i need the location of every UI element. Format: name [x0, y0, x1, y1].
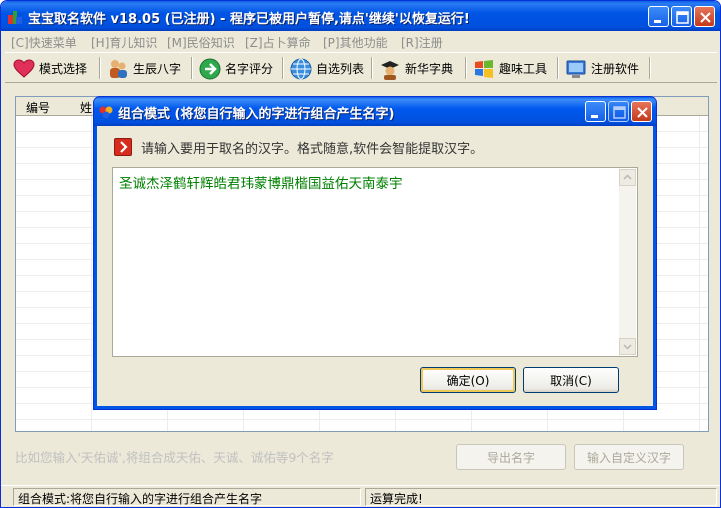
scroll-up-button[interactable] — [619, 169, 636, 186]
toolbar: 模式选择 生辰八字 名字评分 自选列表 新华字典 趣味工具 注册软件 — [5, 52, 717, 83]
maximize-button[interactable] — [671, 6, 692, 27]
status-bar: 组合模式:将您自行输入的字进行组合产生名字 运算完成! — [1, 485, 720, 507]
scroll-down-button[interactable] — [619, 338, 636, 355]
people-icon — [110, 59, 127, 78]
toolbar-separator — [649, 57, 651, 79]
windows-icon — [475, 59, 493, 78]
menu-quick[interactable]: [C]快速菜单 — [11, 34, 77, 51]
globe-icon — [290, 58, 312, 79]
chevron-up-icon — [623, 174, 632, 180]
menu-register[interactable]: [R]注册 — [401, 34, 443, 51]
minimize-icon — [591, 115, 598, 118]
menubar: [C]快速菜单 [H]育儿知识 [M]民俗知识 [Z]占卜算命 [P]其他功能 … — [5, 32, 717, 52]
toolbar-separator — [282, 57, 284, 79]
ok-button[interactable]: 确定(O) — [420, 367, 516, 393]
dialog-close-button[interactable] — [631, 101, 652, 122]
dialog-body: 请输入要用于取名的汉字。格式随意,软件会智能提取汉字。 圣诚杰泽鹤轩辉皓君玮蒙博… — [98, 126, 652, 405]
combination-dialog: 组合模式 (将您自行输入的字进行组合产生名字) 请输入要用于取名的汉字。格式随意… — [93, 96, 657, 410]
hint-text: 比如您输入'天佑诚',将组合成天佑、天诚、诚佑等9个名字 — [15, 450, 334, 465]
custom-chars-button[interactable]: 输入自定义汉字 — [574, 444, 684, 470]
menu-divination[interactable]: [Z]占卜算命 — [245, 34, 311, 51]
toolbar-name-score[interactable]: 名字评分 — [195, 55, 277, 82]
prompt-text: 请输入要用于取名的汉字。格式随意,软件会智能提取汉字。 — [141, 142, 484, 157]
chars-input-value: 圣诚杰泽鹤轩辉皓君玮蒙博鼎楷国益佑天南泰宇 — [119, 176, 403, 192]
dialog-minimize-button[interactable] — [585, 101, 606, 122]
menu-other[interactable]: [P]其他功能 — [323, 34, 388, 51]
dialog-title: 组合模式 (将您自行输入的字进行组合产生名字) — [118, 107, 395, 122]
dialog-maximize-button[interactable] — [608, 101, 629, 122]
app-icon — [8, 11, 22, 24]
chars-input[interactable]: 圣诚杰泽鹤轩辉皓君玮蒙博鼎楷国益佑天南泰宇 — [112, 167, 638, 357]
close-icon — [637, 107, 648, 118]
status-mode: 组合模式:将您自行输入的字进行组合产生名字 — [13, 488, 361, 506]
prompt-arrow-icon — [114, 138, 132, 156]
maximize-icon — [613, 106, 626, 119]
column-header-surname[interactable]: 姓 — [80, 99, 92, 116]
toolbar-custom-list[interactable]: 自选列表 — [286, 55, 368, 82]
toolbar-separator — [557, 57, 559, 79]
minimize-button[interactable] — [648, 6, 669, 27]
column-header-number[interactable]: 编号 — [26, 99, 50, 116]
menu-parenting[interactable]: [H]育儿知识 — [91, 34, 157, 51]
toolbar-separator — [371, 57, 373, 79]
toolbar-fun-tools[interactable]: 趣味工具 — [469, 55, 551, 82]
cancel-button[interactable]: 取消(C) — [523, 367, 619, 393]
toolbar-birth-chart[interactable]: 生辰八字 — [103, 55, 185, 82]
monitor-icon — [566, 60, 586, 78]
main-titlebar[interactable]: 宝宝取名软件 v18.05 (已注册) - 程序已被用户暂停,请点'继续'以恢复… — [1, 1, 720, 31]
toolbar-mode-select[interactable]: 模式选择 — [9, 55, 91, 82]
scholar-icon — [381, 60, 399, 80]
toolbar-separator — [191, 57, 193, 79]
toolbar-separator — [99, 57, 101, 79]
toolbar-register[interactable]: 注册软件 — [561, 55, 643, 82]
window-title: 宝宝取名软件 v18.05 (已注册) - 程序已被用户暂停,请点'继续'以恢复… — [28, 12, 470, 27]
close-icon — [700, 12, 711, 23]
dialog-app-icon — [99, 106, 113, 119]
heart-icon — [13, 58, 35, 78]
arrow-right-icon — [199, 58, 221, 79]
maximize-icon — [676, 11, 689, 24]
textarea-scrollbar[interactable] — [619, 169, 636, 355]
toolbar-separator — [465, 57, 467, 79]
dialog-titlebar[interactable]: 组合模式 (将您自行输入的字进行组合产生名字) — [94, 97, 656, 126]
close-button[interactable] — [694, 6, 715, 27]
menu-folk[interactable]: [M]民俗知识 — [167, 34, 235, 51]
toolbar-dictionary[interactable]: 新华字典 — [375, 55, 457, 82]
status-result: 运算完成! — [365, 488, 717, 506]
export-names-button[interactable]: 导出名字 — [456, 444, 566, 470]
minimize-icon — [654, 20, 661, 23]
chevron-down-icon — [623, 344, 632, 350]
